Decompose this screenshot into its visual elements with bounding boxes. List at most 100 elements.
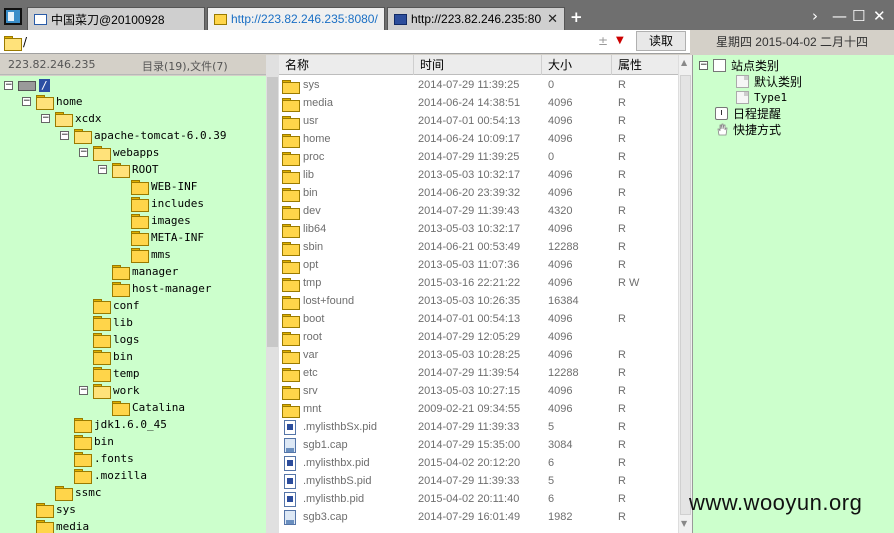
tree-node-home[interactable]: − home — [22, 93, 83, 110]
file-row[interactable]: sys 2014-07-29 11:39:25 0 R — [279, 77, 678, 95]
tab-shell-db[interactable]: http://223.82.246.235:8080/... ✕ — [387, 7, 565, 30]
file-list-scrollbar[interactable]: ▲ ▼ — [678, 55, 692, 533]
file-row[interactable]: .mylisthbSx.pid 2014-07-29 11:39:33 5 R — [279, 419, 678, 437]
tree-node-includes[interactable]: includes — [131, 195, 204, 212]
tree-node-host-manager[interactable]: host-manager — [112, 280, 211, 297]
tree-label: Type1 — [754, 90, 788, 104]
file-row[interactable]: bin 2014-06-20 23:39:32 4096 R — [279, 185, 678, 203]
tree-node-logs[interactable]: logs — [93, 331, 140, 348]
file-row[interactable]: var 2013-05-03 10:28:25 4096 R — [279, 347, 678, 365]
plus-minus-icon[interactable]: ± — [598, 34, 608, 48]
scroll-thumb[interactable] — [680, 75, 691, 515]
tree-node-catalina[interactable]: Catalina — [112, 399, 185, 416]
app-icon[interactable] — [4, 8, 22, 25]
tree-label: lib — [113, 316, 133, 329]
file-row[interactable]: .mylisthb.pid 2015-04-02 20:11:40 6 R — [279, 491, 678, 509]
tree-node-meta-inf[interactable]: META-INF — [131, 229, 204, 246]
file-row[interactable]: home 2014-06-24 10:09:17 4096 R — [279, 131, 678, 149]
file-attr: R — [618, 223, 626, 235]
default-category-node[interactable]: 默认类别 — [736, 73, 802, 89]
file-row[interactable]: lib64 2013-05-03 10:32:17 4096 R — [279, 221, 678, 239]
folder-icon — [74, 435, 92, 450]
tree-node-webapps[interactable]: − webapps — [79, 144, 159, 161]
file-row[interactable]: etc 2014-07-29 11:39:54 12288 R — [279, 365, 678, 383]
tree-node-jdk[interactable]: jdk1.6.0_45 — [74, 416, 167, 433]
tree-node-media[interactable]: media — [36, 518, 89, 533]
file-row[interactable]: lost+found 2013-05-03 10:26:35 16384 — [279, 293, 678, 311]
file-row[interactable]: sgb1.cap 2014-07-29 15:35:00 3084 R — [279, 437, 678, 455]
chevron-right-icon[interactable]: › — [812, 7, 818, 25]
tree-node-ssmc[interactable]: ssmc — [55, 484, 102, 501]
file-row[interactable]: proc 2014-07-29 11:39:25 0 R — [279, 149, 678, 167]
tree-label: / — [39, 79, 50, 92]
site-category-node[interactable]: − 站点类别 — [699, 57, 779, 73]
scroll-up-icon[interactable]: ▲ — [681, 58, 687, 67]
schedule-reminder-node[interactable]: 日程提醒 — [715, 105, 781, 121]
collapse-icon[interactable]: − — [4, 81, 13, 90]
close-button[interactable]: ✕ — [873, 7, 886, 25]
tree-node-conf[interactable]: conf — [93, 297, 140, 314]
tree-node-mozilla[interactable]: .mozilla — [74, 467, 147, 484]
collapse-icon[interactable]: − — [79, 386, 88, 395]
tree-node-sys[interactable]: sys — [36, 501, 76, 518]
scroll-down-icon[interactable]: ▼ — [681, 519, 687, 528]
tree-node-bin2[interactable]: bin — [74, 433, 114, 450]
tree-node-xcdx[interactable]: − xcdx — [41, 110, 102, 127]
tree-label: images — [151, 214, 191, 227]
tree-node-root-app[interactable]: − ROOT — [98, 161, 159, 178]
chevron-down-icon[interactable]: ▼ — [616, 35, 624, 46]
file-row[interactable]: usr 2014-07-01 00:54:13 4096 R — [279, 113, 678, 131]
add-tab-button[interactable]: + — [570, 8, 583, 26]
tree-node-fonts[interactable]: .fonts — [74, 450, 134, 467]
tree-scrollbar[interactable] — [266, 55, 279, 533]
file-row[interactable]: media 2014-06-24 14:38:51 4096 R — [279, 95, 678, 113]
tree-node-images[interactable]: images — [131, 212, 191, 229]
column-time[interactable]: 时间 — [414, 55, 542, 75]
file-row[interactable]: root 2014-07-29 12:05:29 4096 — [279, 329, 678, 347]
file-row[interactable]: srv 2013-05-03 10:27:15 4096 R — [279, 383, 678, 401]
tab-caidao[interactable]: 中国菜刀@20100928 — [27, 7, 205, 30]
file-name: tmp — [303, 277, 322, 289]
file-row[interactable]: lib 2013-05-03 10:32:17 4096 R — [279, 167, 678, 185]
close-tab-icon[interactable]: ✕ — [547, 12, 558, 27]
tree-node-lib[interactable]: lib — [93, 314, 133, 331]
collapse-icon[interactable]: − — [79, 148, 88, 157]
file-row[interactable]: sbin 2014-06-21 00:53:49 12288 R — [279, 239, 678, 257]
read-button[interactable]: 读取 — [636, 31, 686, 51]
file-row[interactable]: opt 2013-05-03 11:07:36 4096 R — [279, 257, 678, 275]
path-input[interactable]: / — [23, 35, 27, 49]
file-row[interactable]: sgb3.cap 2014-07-29 16:01:49 1982 R — [279, 509, 678, 527]
file-list-header: 名称 时间 大小 属性 — [279, 55, 678, 75]
maximize-button[interactable]: ☐ — [852, 7, 865, 25]
file-name: root — [303, 331, 322, 343]
column-size[interactable]: 大小 — [542, 55, 612, 75]
tree-node-tomcat[interactable]: − apache-tomcat-6.0.39 — [60, 127, 226, 144]
file-row[interactable]: mnt 2009-02-21 09:34:55 4096 R — [279, 401, 678, 419]
shortcuts-node[interactable]: 快捷方式 — [715, 121, 781, 137]
collapse-icon[interactable]: − — [41, 114, 50, 123]
tree-node-temp[interactable]: temp — [93, 365, 140, 382]
collapse-icon[interactable]: − — [98, 165, 107, 174]
tree-node-mms[interactable]: mms — [131, 246, 171, 263]
minimize-button[interactable]: — — [832, 7, 847, 25]
column-name[interactable]: 名称 — [279, 55, 414, 75]
collapse-icon[interactable]: − — [22, 97, 31, 106]
file-row[interactable]: .mylisthbS.pid 2014-07-29 11:39:33 5 R — [279, 473, 678, 491]
file-row[interactable]: tmp 2015-03-16 22:21:22 4096 R W — [279, 275, 678, 293]
file-row[interactable]: .mylisthbx.pid 2015-04-02 20:12:20 6 R — [279, 455, 678, 473]
tree-node-web-inf[interactable]: WEB-INF — [131, 178, 197, 195]
collapse-icon[interactable]: − — [60, 131, 69, 140]
tab-shell-active[interactable]: http://223.82.246.235:8080/... — [207, 7, 385, 30]
file-row[interactable]: dev 2014-07-29 11:39:43 4320 R — [279, 203, 678, 221]
file-size: 4096 — [548, 331, 573, 343]
file-row[interactable]: boot 2014-07-01 00:54:13 4096 R — [279, 311, 678, 329]
collapse-icon[interactable]: − — [699, 60, 708, 70]
tree-node-root[interactable]: − / — [4, 77, 50, 94]
tree-node-work[interactable]: − work — [79, 382, 140, 399]
tree-node-manager[interactable]: manager — [112, 263, 178, 280]
file-name: lib — [303, 169, 315, 181]
type1-node[interactable]: Type1 — [736, 89, 787, 105]
scroll-thumb[interactable] — [267, 77, 278, 347]
tree-node-bin[interactable]: bin — [93, 348, 133, 365]
column-attr[interactable]: 属性 — [612, 55, 678, 75]
